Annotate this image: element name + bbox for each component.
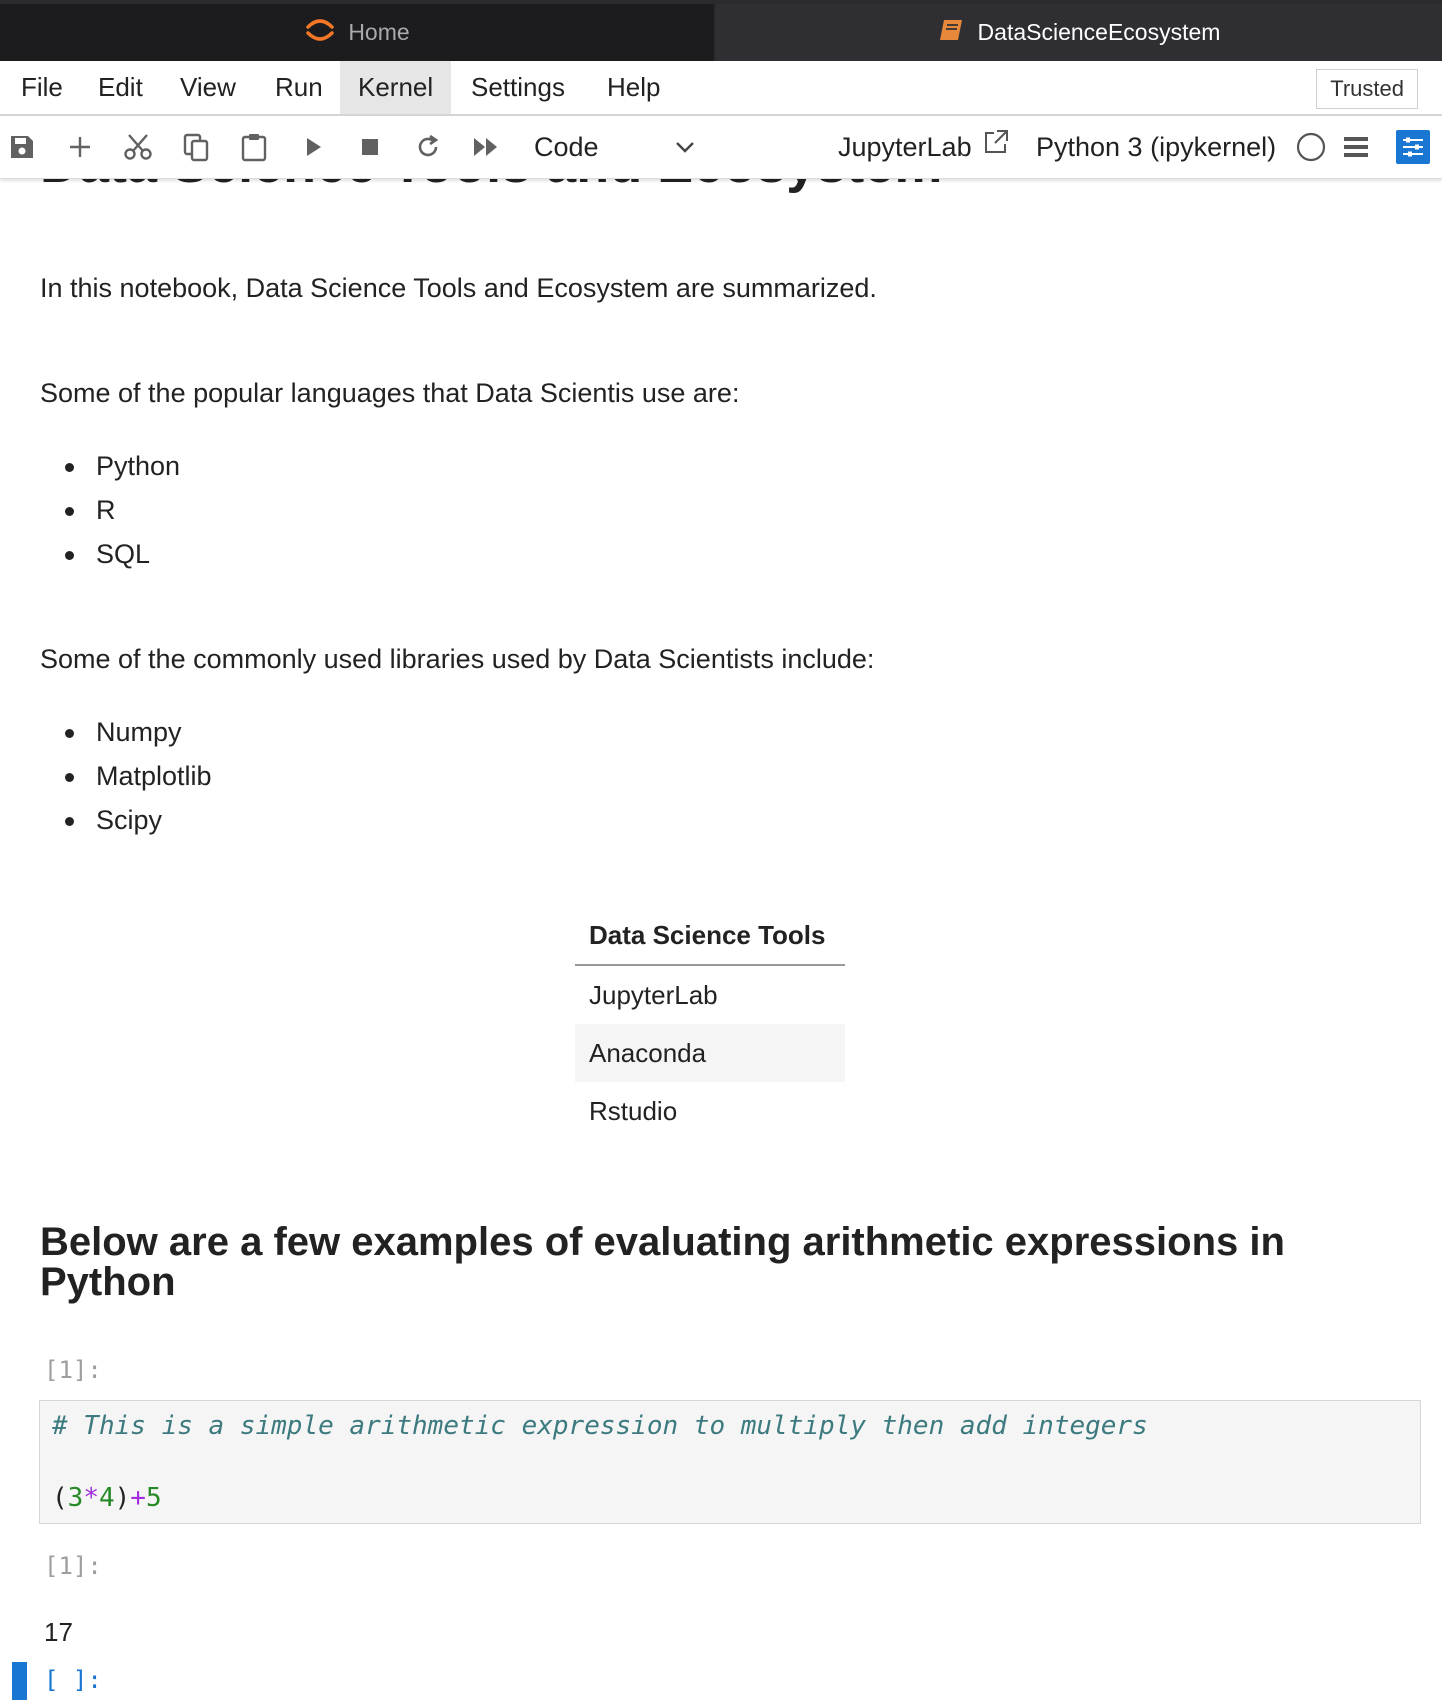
code-token: + <box>130 1483 146 1513</box>
menu-kernel[interactable]: Kernel <box>340 61 452 114</box>
tab-notebook-label: DataScienceEcosystem <box>977 19 1221 45</box>
table-row: JupyterLab <box>575 965 845 1024</box>
notebook-panel: Data Science Tools and Ecosystem In this… <box>0 178 1442 1700</box>
table-header: Data Science Tools <box>575 906 845 966</box>
active-cell-indicator <box>12 1662 27 1700</box>
paste-icon[interactable] <box>237 130 271 164</box>
stop-icon[interactable] <box>353 130 387 164</box>
tab-home[interactable]: Home <box>0 4 714 61</box>
table-row: Rstudio <box>575 1082 845 1140</box>
notebook-toolbar: Code JupyterLab Python 3 (ipykernel) <box>0 116 1442 179</box>
menu-run[interactable]: Run <box>257 61 341 114</box>
tab-bar: Home DataScienceEcosystem <box>0 0 1442 61</box>
open-in-jupyterlab-link[interactable]: JupyterLab <box>838 126 1010 168</box>
list-item: R <box>40 488 180 532</box>
code-token: * <box>83 1483 99 1513</box>
intro-text: In this notebook, Data Science Tools and… <box>40 273 877 303</box>
menu-view[interactable]: View <box>162 61 254 114</box>
code-expression: (3*4)+5 <box>52 1483 162 1513</box>
tools-table: Data Science Tools JupyterLab Anaconda R… <box>575 906 845 1140</box>
code-token: 4 <box>98 1483 115 1513</box>
cell-type-select[interactable]: Code <box>534 126 599 168</box>
languages-heading: Some of the popular languages that Data … <box>40 378 740 408</box>
kernel-status-icon <box>1294 130 1328 164</box>
trusted-indicator[interactable]: Trusted <box>1316 69 1418 109</box>
external-link-icon <box>982 126 1010 168</box>
table-cell: JupyterLab <box>589 979 718 1010</box>
code-cell-editor[interactable]: # This is a simple arithmetic expression… <box>39 1400 1421 1524</box>
notebook-icon <box>938 17 966 49</box>
restart-icon[interactable] <box>411 130 445 164</box>
menu-edit[interactable]: Edit <box>80 61 161 114</box>
list-item: SQL <box>40 532 180 576</box>
table-cell: Anaconda <box>575 1024 845 1082</box>
cell-output: 17 <box>44 1617 73 1647</box>
table-row: Anaconda <box>575 1024 845 1082</box>
languages-list: Python R SQL <box>40 444 180 576</box>
list-item: Scipy <box>40 798 212 842</box>
kernel-name[interactable]: Python 3 (ipykernel) <box>1036 126 1276 168</box>
libraries-heading: Some of the commonly used libraries used… <box>40 644 875 674</box>
tab-home-label: Home <box>348 19 410 45</box>
input-prompt: [1]: <box>44 1356 102 1384</box>
menu-settings[interactable]: Settings <box>453 61 583 114</box>
chevron-down-icon[interactable] <box>668 130 702 164</box>
jupyterlab-link-label: JupyterLab <box>838 132 972 162</box>
libraries-list: Numpy Matplotlib Scipy <box>40 710 212 842</box>
property-inspector-icon[interactable] <box>1396 130 1430 164</box>
menu-file[interactable]: File <box>3 61 81 114</box>
add-cell-icon[interactable] <box>63 130 97 164</box>
list-item: Python <box>40 444 180 488</box>
code-token: ) <box>114 1483 131 1513</box>
table-cell: Rstudio <box>589 1095 678 1126</box>
notebook-title: Data Science Tools and Ecosystem <box>40 178 942 195</box>
cut-icon[interactable] <box>121 130 155 164</box>
list-item: Numpy <box>40 710 212 754</box>
code-token: ( <box>52 1483 68 1513</box>
copy-icon[interactable] <box>179 130 213 164</box>
list-item: Matplotlib <box>40 754 212 798</box>
menu-bar: File Edit View Run Kernel Settings Help … <box>0 61 1442 116</box>
jupyter-logo-icon <box>304 14 336 52</box>
arithmetic-heading: Below are a few examples of evaluating a… <box>40 1220 1285 1304</box>
code-token: 3 <box>67 1483 84 1513</box>
menu-help[interactable]: Help <box>589 61 678 114</box>
code-comment: # This is a simple arithmetic expression… <box>52 1411 1148 1441</box>
output-prompt: [1]: <box>44 1552 102 1580</box>
run-icon[interactable] <box>296 130 330 164</box>
code-token: 5 <box>145 1483 162 1513</box>
menu-list-icon[interactable] <box>1339 130 1373 164</box>
save-icon[interactable] <box>5 130 39 164</box>
tab-notebook[interactable]: DataScienceEcosystem <box>716 4 1442 61</box>
fast-forward-icon[interactable] <box>469 130 503 164</box>
empty-cell-prompt[interactable]: [ ]: <box>44 1666 102 1694</box>
